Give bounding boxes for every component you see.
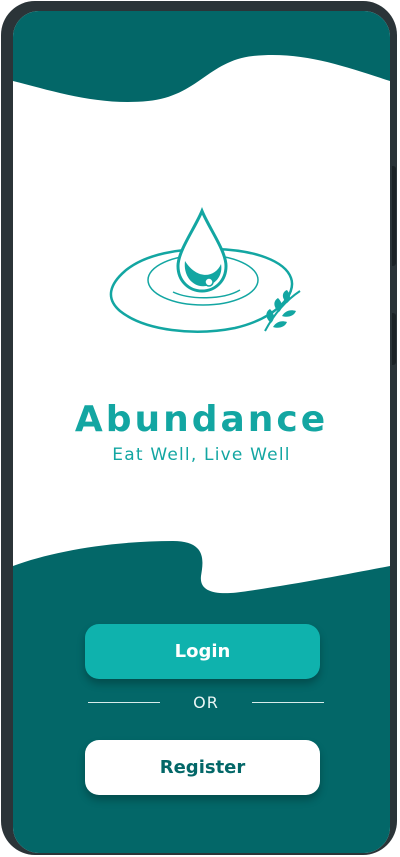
or-label: OR <box>193 692 219 712</box>
register-button[interactable]: Register <box>85 740 320 795</box>
app-name: Abundance <box>74 399 329 440</box>
side-button-volume <box>392 166 396 266</box>
phone-frame: Abundance Eat Well, Live Well Login OR R… <box>1 1 397 855</box>
top-wave <box>13 11 390 102</box>
or-divider: OR <box>88 691 324 713</box>
divider-line-right <box>252 701 324 703</box>
app-screen: Abundance Eat Well, Live Well Login OR R… <box>13 11 390 853</box>
login-button[interactable]: Login <box>85 624 320 679</box>
side-button-power <box>392 313 396 365</box>
app-tagline: Eat Well, Live Well <box>112 445 291 465</box>
divider-line-left <box>88 701 160 703</box>
water-drop-ripple-leaf-icon <box>109 207 301 333</box>
